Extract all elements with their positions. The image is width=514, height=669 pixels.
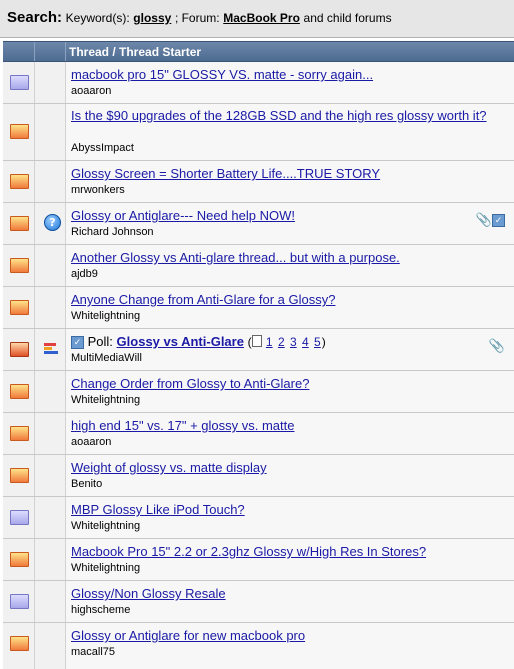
thread-title-link[interactable]: Weight of glossy vs. matte display	[71, 460, 267, 475]
search-summary-bar: Search: Keyword(s): glossy ; Forum: MacB…	[0, 0, 514, 38]
table-row: MBP Glossy Like iPod Touch? Whitelightni…	[3, 497, 514, 539]
poll-bars-icon	[44, 343, 60, 355]
search-label: Search:	[7, 9, 63, 26]
question-icon: ?	[44, 214, 61, 231]
table-row: macbook pro 15" GLOSSY VS. matte - sorry…	[3, 62, 514, 104]
header-thread-starter[interactable]: Thread / Thread Starter	[69, 45, 201, 59]
thread-poll-envelope-icon	[10, 342, 29, 357]
thread-starter: highscheme	[71, 604, 131, 616]
thread-new-envelope-icon	[10, 636, 29, 651]
forum-link[interactable]: MacBook Pro	[223, 11, 300, 25]
table-row: Weight of glossy vs. matte display Benit…	[3, 455, 514, 497]
table-row: ✓ Poll: Glossy vs Anti-Glare ( 1 2 3 4 5…	[3, 329, 514, 371]
thread-title-link[interactable]: Glossy/Non Glossy Resale	[71, 586, 226, 601]
thread-title-link[interactable]: Another Glossy vs Anti-glare thread... b…	[71, 250, 400, 265]
thread-table: Thread / Thread Starter macbook pro 15" …	[3, 41, 514, 669]
attachment-icon: 📎 ✓	[476, 212, 505, 228]
page-link[interactable]: 5	[314, 335, 321, 349]
thread-new-envelope-icon	[10, 426, 29, 441]
thread-title-link[interactable]: Anyone Change from Anti-Glare for a Glos…	[71, 292, 335, 307]
checkbox-icon: ✓	[492, 214, 505, 228]
attachment-icon: 📎	[488, 338, 505, 353]
thread-starter: macall75	[71, 646, 116, 658]
thread-starter: AbyssImpact	[71, 142, 134, 154]
thread-starter: Whitelightning	[71, 562, 141, 574]
thread-starter: mrwonkers	[71, 184, 125, 196]
thread-new-envelope-icon	[10, 258, 29, 273]
thread-title-link[interactable]: Glossy vs Anti-Glare	[117, 334, 244, 349]
table-row: Glossy or Antiglare for new macbook pro …	[3, 623, 514, 669]
thread-starter: Whitelightning	[71, 310, 141, 322]
forum-separator: ; Forum:	[174, 11, 220, 25]
page-link[interactable]: 4	[302, 335, 309, 349]
table-row: Change Order from Glossy to Anti-Glare? …	[3, 371, 514, 413]
thread-title-link[interactable]: macbook pro 15" GLOSSY VS. matte - sorry…	[71, 67, 373, 82]
forum-suffix: and child forums	[303, 11, 392, 25]
table-row: Another Glossy vs Anti-glare thread... b…	[3, 245, 514, 287]
thread-starter: MultiMediaWill	[71, 352, 142, 364]
thread-starter: Whitelightning	[71, 520, 141, 532]
thread-new-envelope-icon	[10, 384, 29, 399]
keyword-link[interactable]: glossy	[133, 11, 171, 25]
table-header: Thread / Thread Starter	[3, 41, 514, 62]
thread-new-envelope-icon	[10, 300, 29, 315]
poll-label: Poll:	[87, 334, 113, 349]
checkbox-icon: ✓	[71, 336, 84, 350]
thread-read-envelope-icon	[10, 594, 29, 609]
page-link[interactable]: 3	[290, 335, 297, 349]
thread-starter: Benito	[71, 478, 103, 490]
thread-title-link[interactable]: Glossy Screen = Shorter Battery Life....…	[71, 166, 380, 181]
thread-hot-envelope-icon	[10, 216, 29, 231]
thread-starter: aoaaron	[71, 85, 112, 97]
thread-starter: Richard Johnson	[71, 226, 154, 238]
thread-title-link[interactable]: Glossy or Antiglare--- Need help NOW!	[71, 208, 295, 223]
thread-starter: ajdb9	[71, 268, 98, 280]
table-row: Glossy/Non Glossy Resale highscheme	[3, 581, 514, 623]
table-row: Glossy Screen = Shorter Battery Life....…	[3, 161, 514, 203]
thread-read-envelope-icon	[10, 75, 29, 90]
table-row: Macbook Pro 15" 2.2 or 2.3ghz Glossy w/H…	[3, 539, 514, 581]
table-row: high end 15" vs. 17" + glossy vs. matte …	[3, 413, 514, 455]
thread-title-link[interactable]: high end 15" vs. 17" + glossy vs. matte	[71, 418, 295, 433]
poll-title-line: ✓ Poll: Glossy vs Anti-Glare ( 1 2 3 4 5…	[71, 334, 326, 350]
thread-title-link[interactable]: Change Order from Glossy to Anti-Glare?	[71, 376, 309, 391]
page-links: ( 1 2 3 4 5)	[247, 335, 326, 349]
keyword-prefix: Keyword(s):	[65, 11, 130, 25]
page-link[interactable]: 1	[266, 335, 273, 349]
thread-starter: Whitelightning	[71, 394, 141, 406]
thread-title-link[interactable]: Macbook Pro 15" 2.2 or 2.3ghz Glossy w/H…	[71, 544, 426, 559]
thread-new-envelope-icon	[10, 124, 29, 139]
thread-title-link[interactable]: MBP Glossy Like iPod Touch?	[71, 502, 245, 517]
thread-read-envelope-icon	[10, 510, 29, 525]
table-row: ? Glossy or Antiglare--- Need help NOW! …	[3, 203, 514, 245]
thread-title-link[interactable]: Is the $90 upgrades of the 128GB SSD and…	[71, 108, 511, 124]
table-row: Is the $90 upgrades of the 128GB SSD and…	[3, 104, 514, 161]
page-link[interactable]: 2	[278, 335, 285, 349]
thread-new-envelope-icon	[10, 174, 29, 189]
thread-title-link[interactable]: Glossy or Antiglare for new macbook pro	[71, 628, 305, 643]
thread-new-envelope-icon	[10, 552, 29, 567]
multipage-icon	[251, 335, 262, 347]
table-row: Anyone Change from Anti-Glare for a Glos…	[3, 287, 514, 329]
thread-new-envelope-icon	[10, 468, 29, 483]
thread-starter: aoaaron	[71, 436, 112, 448]
